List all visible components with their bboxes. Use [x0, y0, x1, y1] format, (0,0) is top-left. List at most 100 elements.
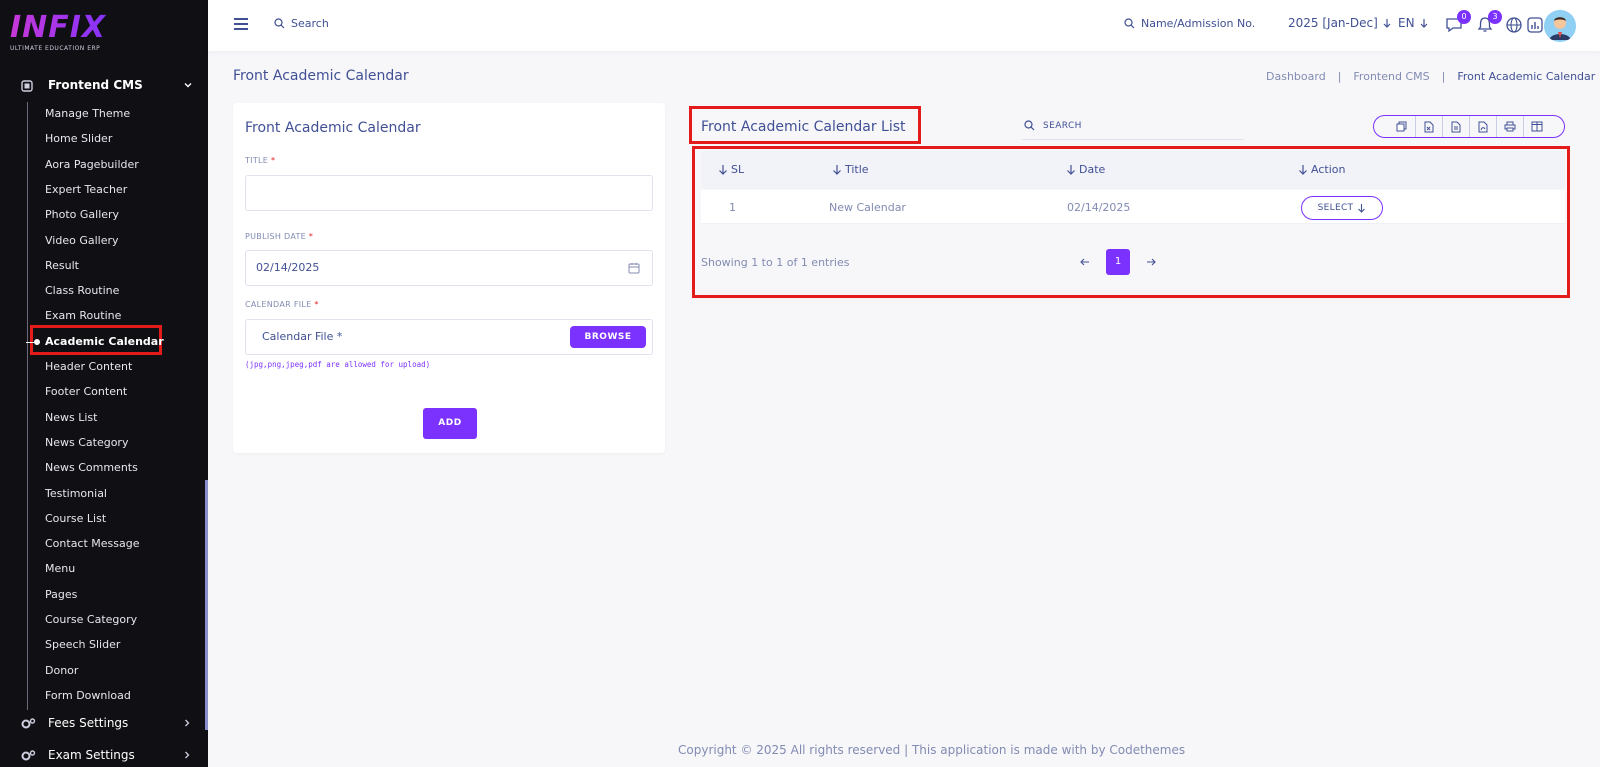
sidebar-item-photo-gallery[interactable]: Photo Gallery — [45, 205, 119, 225]
gears-icon — [21, 750, 36, 761]
student-search[interactable]: Name/Admission No. — [1124, 17, 1255, 30]
chevron-down-icon — [184, 83, 192, 88]
calendar-file-input[interactable]: Calendar File * BROWSE — [245, 319, 653, 355]
sidebar-item-label: Exam Settings — [48, 748, 135, 762]
sidebar-item-exam-routine[interactable]: Exam Routine — [45, 306, 121, 326]
publish-date-value: 02/14/2025 — [256, 261, 320, 274]
breadcrumb-frontend-cms[interactable]: Frontend CMS — [1353, 70, 1429, 83]
list-search-placeholder: SEARCH — [1043, 120, 1082, 131]
brand-name: INFIX — [10, 12, 120, 44]
topbar-right: Name/Admission No. 2025 [Jan-Dec] EN 0 3 — [208, 0, 1600, 51]
notification-button[interactable]: 3 — [1476, 10, 1502, 34]
breadcrumb-separator: | — [1337, 70, 1342, 83]
sidebar-item-header-content[interactable]: Header Content — [45, 357, 132, 377]
sidebar-item-exam-settings[interactable]: Exam Settings — [0, 744, 208, 767]
required-mark: * — [314, 300, 319, 309]
chevron-right-icon — [185, 751, 190, 759]
user-avatar[interactable] — [1544, 10, 1576, 42]
brand-tagline: ULTIMATE EDUCATION ERP — [10, 45, 101, 52]
language-value: EN — [1398, 16, 1415, 30]
sidebar-item-expert-teacher[interactable]: Expert Teacher — [45, 180, 127, 200]
title-label-text: TITLE — [245, 156, 269, 165]
columns-button[interactable] — [1523, 116, 1550, 137]
csv-button[interactable] — [1442, 116, 1469, 137]
sidebar-scrollbar[interactable] — [205, 480, 208, 730]
gears-icon — [21, 718, 36, 729]
breadcrumb-separator: | — [1441, 70, 1446, 83]
sidebar-item-home-slider[interactable]: Home Slider — [45, 129, 112, 149]
publish-date-label: PUBLISH DATE * — [245, 232, 313, 241]
active-indicator-tick — [26, 341, 34, 343]
sidebar-item-video-gallery[interactable]: Video Gallery — [45, 231, 119, 251]
arrow-down-icon — [1383, 19, 1391, 28]
sidebar-item-menu[interactable]: Menu — [45, 559, 75, 579]
highlight-box-table — [692, 146, 1570, 298]
title-label: TITLE * — [245, 156, 275, 165]
avatar-icon — [1544, 10, 1576, 42]
sidebar-item-testimonial[interactable]: Testimonial — [45, 484, 107, 504]
list-search-input[interactable]: SEARCH — [1022, 112, 1244, 140]
website-button[interactable] — [1505, 16, 1523, 34]
breadcrumb-current: Front Academic Calendar — [1457, 70, 1596, 83]
notification-badge: 3 — [1488, 10, 1502, 24]
sidebar-item-course-list[interactable]: Course List — [45, 509, 106, 529]
pdf-button[interactable] — [1469, 116, 1496, 137]
sidebar-item-donor[interactable]: Donor — [45, 661, 78, 681]
chevron-right-icon — [185, 719, 190, 727]
student-search-label: Name/Admission No. — [1141, 17, 1256, 30]
sidebar-item-label: Fees Settings — [48, 716, 129, 730]
browse-button[interactable]: BROWSE — [570, 326, 646, 348]
sidebar-item-aora-pagebuilder[interactable]: Aora Pagebuilder — [45, 155, 139, 175]
sidebar-section-frontend-cms[interactable]: Frontend CMS — [0, 74, 208, 98]
title-input[interactable] — [245, 175, 653, 211]
active-indicator-dot — [34, 338, 40, 345]
pdf-icon — [1478, 121, 1488, 132]
sidebar-item-speech-slider[interactable]: Speech Slider — [45, 635, 120, 655]
search-icon — [1024, 120, 1035, 131]
brand-logo[interactable]: INFIX ULTIMATE EDUCATION ERP — [10, 12, 120, 56]
csv-icon — [1451, 121, 1461, 132]
breadcrumb-dashboard[interactable]: Dashboard — [1266, 70, 1326, 83]
sidebar-item-news-comments[interactable]: News Comments — [45, 458, 138, 478]
footer-copyright: Copyright © 2025 All rights reserved | T… — [678, 743, 1186, 757]
academic-year-value: 2025 [Jan-Dec] — [1288, 16, 1378, 30]
required-mark: * — [271, 156, 276, 165]
excel-button[interactable] — [1415, 116, 1442, 137]
sidebar-item-contact-message[interactable]: Contact Message — [45, 534, 140, 554]
sidebar-item-news-list[interactable]: News List — [45, 408, 97, 428]
sidebar-item-fees-settings[interactable]: Fees Settings — [0, 712, 208, 736]
publish-date-input[interactable]: 02/14/2025 — [245, 250, 653, 286]
publish-date-label-text: PUBLISH DATE — [245, 232, 307, 241]
academic-year-select[interactable]: 2025 [Jan-Dec] — [1288, 16, 1392, 30]
sidebar-item-academic-calendar[interactable]: Academic Calendar — [45, 332, 164, 352]
sidebar: INFIX ULTIMATE EDUCATION ERP Frontend CM… — [0, 0, 208, 767]
calendar-icon[interactable] — [628, 262, 640, 274]
upload-hint: (jpg,png,jpeg,pdf are allowed for upload… — [245, 360, 431, 369]
sidebar-section-label: Frontend CMS — [48, 78, 143, 92]
sidebar-item-pages[interactable]: Pages — [45, 585, 77, 605]
copy-icon — [1396, 121, 1407, 132]
print-button[interactable] — [1496, 116, 1523, 137]
language-select[interactable]: EN — [1398, 16, 1429, 30]
excel-icon — [1424, 121, 1434, 132]
export-button-group — [1373, 115, 1565, 138]
sidebar-item-course-category[interactable]: Course Category — [45, 610, 137, 630]
highlight-box-list-title — [689, 106, 921, 144]
sidebar-item-news-category[interactable]: News Category — [45, 433, 128, 453]
copy-button[interactable] — [1388, 116, 1415, 137]
columns-icon — [1531, 121, 1543, 132]
sidebar-item-result[interactable]: Result — [45, 256, 79, 276]
calendar-file-label-text: CALENDAR FILE — [245, 300, 312, 309]
sidebar-item-class-routine[interactable]: Class Routine — [45, 281, 119, 301]
add-calendar-card: Front Academic Calendar TITLE * PUBLISH … — [233, 103, 665, 453]
reports-button[interactable] — [1526, 16, 1544, 34]
print-icon — [1504, 121, 1516, 132]
calendar-file-label: CALENDAR FILE * — [245, 300, 319, 309]
sidebar-item-manage-theme[interactable]: Manage Theme — [45, 104, 130, 124]
add-button[interactable]: ADD — [423, 408, 477, 439]
chat-button[interactable]: 0 — [1445, 10, 1471, 34]
search-icon — [1124, 18, 1135, 29]
sidebar-item-form-download[interactable]: Form Download — [45, 686, 131, 706]
chat-badge: 0 — [1457, 10, 1471, 24]
sidebar-item-footer-content[interactable]: Footer Content — [45, 382, 127, 402]
